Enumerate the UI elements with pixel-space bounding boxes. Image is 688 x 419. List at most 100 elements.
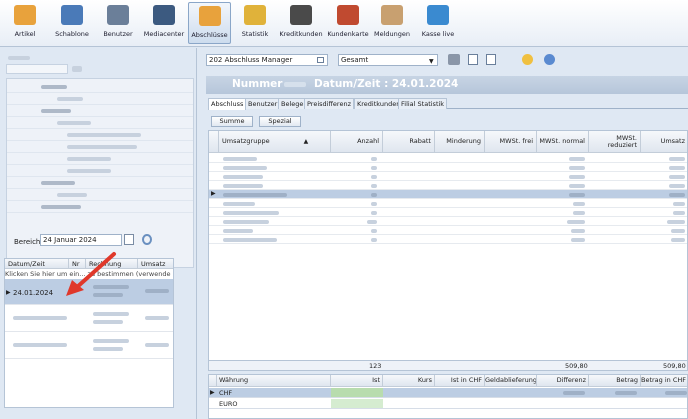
tab-abschluss[interactable]: Abschluss [208,98,247,110]
ist-input[interactable] [331,388,383,397]
column-header-datum[interactable]: Datum/Zeit [5,259,69,269]
tree-item[interactable] [7,117,193,129]
table-row[interactable] [5,306,173,332]
table-row[interactable] [209,226,687,235]
title-number-label: Nummer [232,78,283,90]
tree-item[interactable] [7,153,193,165]
title-datetime: Datum/Zeit : 24.01.2024 [314,78,459,90]
closing-title-bar: Nummer Datum/Zeit : 24.01.2024 [206,76,688,94]
tree-item[interactable] [7,81,193,93]
person-icon [290,5,312,25]
table-row[interactable] [209,217,687,226]
toolbar-artikel[interactable]: Artikel [6,2,44,44]
tree-item[interactable] [7,129,193,141]
comment-icon[interactable] [522,54,533,65]
row-date: 24.01.2024 [13,289,54,297]
toolbar-meldungen[interactable]: Meldungen [372,2,412,44]
filter-button[interactable] [72,66,82,72]
tree-item[interactable] [7,141,193,153]
toolbar-benutzer[interactable]: Benutzer [98,2,138,44]
tab-kreditkunden[interactable]: Kreditkunden [354,98,404,109]
tree-item[interactable] [7,165,193,177]
column-header-betrag[interactable]: Betrag [589,375,641,387]
toolbar-kundenkarte[interactable]: Kundenkarte [325,2,371,44]
document-icon[interactable] [468,54,478,65]
table-row-selected[interactable]: ▶ CHF [209,388,687,398]
spezial-button[interactable]: Spezial [259,116,301,127]
column-header-umsatz[interactable]: Umsatz [641,131,687,153]
revenue-group-grid: Umsatzgruppe ▲ Anzahl Rabatt Minderung M… [208,130,688,364]
tree-item[interactable] [7,201,193,213]
scope-select[interactable]: Gesamt [338,54,438,66]
toolbar-kreditkunden[interactable]: Kreditkunden [278,2,324,44]
column-header-minderung[interactable]: Minderung [435,131,485,153]
summe-button[interactable]: Summe [211,116,253,127]
header-text: Umsatzgruppe [222,137,270,145]
column-header-geldablieferung[interactable]: Geldablieferung [485,375,537,387]
column-header-ist[interactable]: Ist [331,375,383,387]
row-pointer-icon: ▶ [6,289,11,296]
column-header-anzahl[interactable]: Anzahl [331,131,383,153]
column-header-mwst-frei[interactable]: MWSt. frei [485,131,537,153]
toolbar-statistik[interactable]: Statistik [236,2,274,44]
column-header-umsatz[interactable]: Umsatz [138,259,173,269]
users-icon [107,5,129,25]
toolbar-label: Abschlüsse [191,31,228,39]
help-icon[interactable] [544,54,555,65]
tree-item[interactable] [7,177,193,189]
export-icon[interactable] [486,54,496,65]
table-row[interactable] [209,154,687,163]
column-header-umsatzgruppe[interactable]: Umsatzgruppe ▲ [219,131,331,153]
toolbar-abschluesse[interactable]: Abschlüsse [188,2,231,44]
bereich-label: Bereich [14,238,41,246]
toolbar-schablone[interactable]: Schablone [50,2,94,44]
table-row[interactable] [209,163,687,172]
column-header-rabatt[interactable]: Rabatt [383,131,435,153]
calendar-icon[interactable] [124,234,134,245]
row-indicator-header [209,375,217,387]
column-header-ist-in-chf[interactable]: Ist in CHF [435,375,485,387]
date-field[interactable]: 24 Januar 2024 [40,234,122,246]
tab-preisdifferenz[interactable]: Preisdifferenz [304,98,354,109]
print-icon[interactable] [448,54,460,65]
tree-item[interactable] [7,105,193,117]
column-header-kurs[interactable]: Kurs [383,375,435,387]
totals-row: 123 509,80 509,80 [208,360,688,371]
table-row[interactable] [209,181,687,190]
annotation-arrow-icon [66,252,116,296]
total-umsatz: 509,80 [663,362,686,370]
ist-input[interactable] [331,399,383,408]
card-icon [337,5,359,25]
row-pointer-icon: ▶ [210,389,215,396]
tree-item[interactable] [7,93,193,105]
toolbar-kasse-live[interactable]: Kasse live [418,2,458,44]
table-row[interactable] [209,235,687,244]
coins-icon [244,5,266,25]
tab-filial-statistik[interactable]: Filial Statistik [398,98,448,109]
table-row[interactable]: EURO [209,399,687,409]
table-row[interactable] [209,208,687,217]
column-header-differenz[interactable]: Differenz [537,375,589,387]
select-dropdown-icon[interactable] [317,57,324,63]
tab-belege[interactable]: Belege [278,98,307,109]
refresh-icon[interactable] [142,234,152,245]
left-panel: Bereich 24 Januar 2024 Datum/Zeit Nr Rec… [0,48,197,419]
tree-item[interactable] [7,189,193,201]
table-row-selected[interactable]: ▶ [209,190,687,199]
chevron-down-icon[interactable]: ▼ [429,58,434,65]
toolbar-label: Statistik [241,30,269,38]
manager-select[interactable]: 202 Abschluss Manager [206,54,328,66]
column-header-waehrung[interactable]: Währung [217,375,331,387]
column-header-mwst-reduziert[interactable]: MWSt. reduziert [589,131,641,153]
toolbar-mediacenter[interactable]: Mediacenter [141,2,187,44]
tab-benutzer[interactable]: Benutzer [245,98,281,109]
column-header-betrag-in-chf[interactable]: Betrag in CHF [641,375,687,387]
table-row[interactable] [209,172,687,181]
report-icon [198,6,221,26]
table-row[interactable] [5,333,173,359]
column-header-mwst-normal[interactable]: MWSt. normal [537,131,589,153]
toolbar-label: Meldungen [373,30,411,38]
filter-input[interactable] [6,64,68,74]
sort-asc-icon: ▲ [303,138,309,145]
table-row[interactable] [209,199,687,208]
